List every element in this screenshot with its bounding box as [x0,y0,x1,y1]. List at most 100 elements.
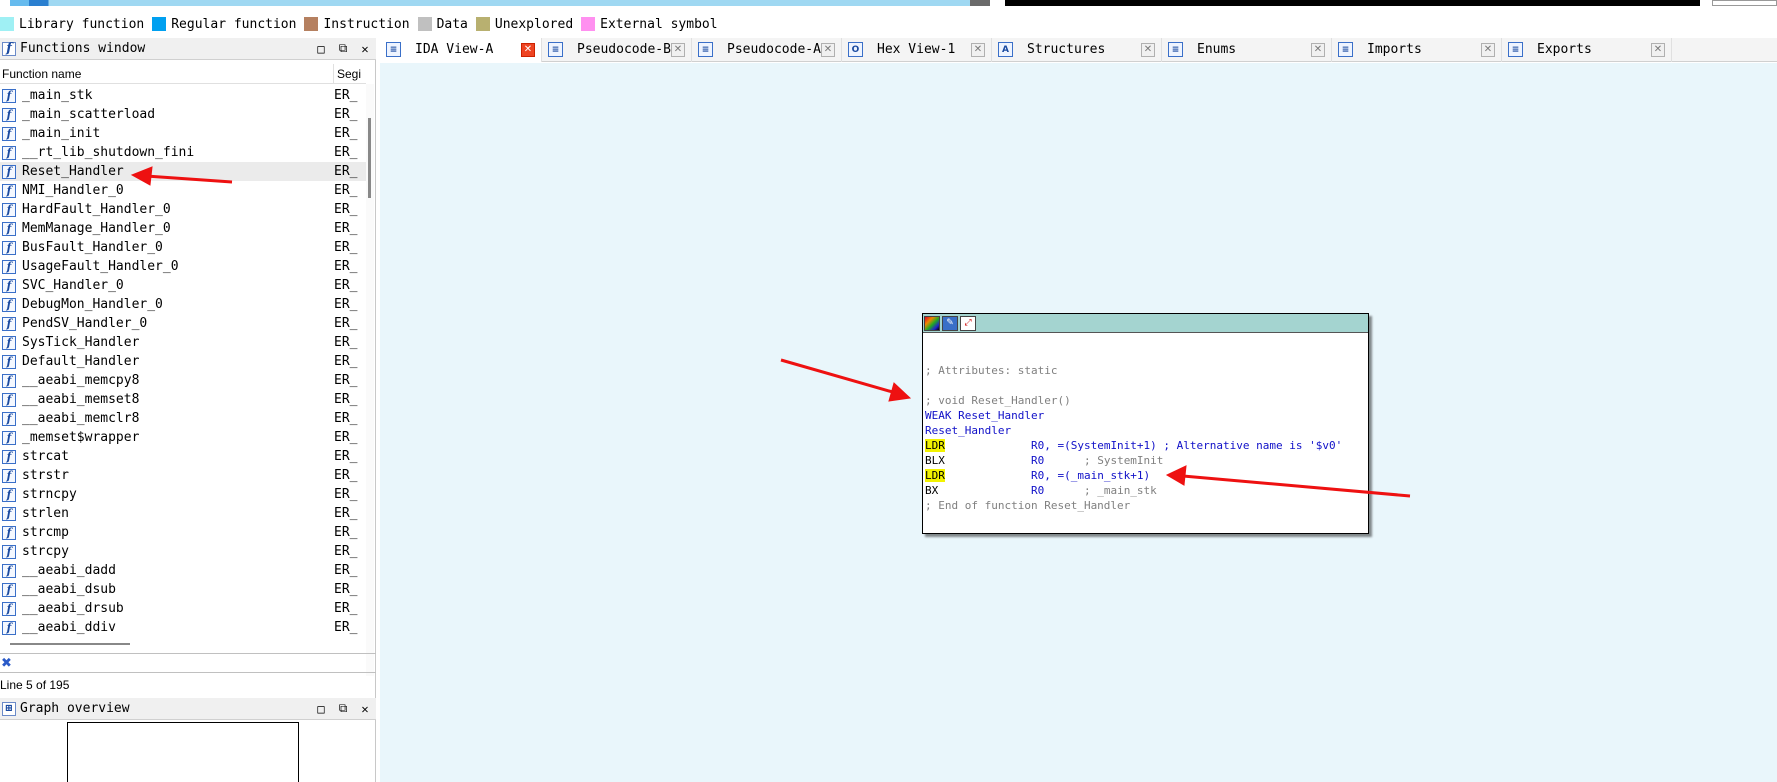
function-row[interactable]: f HardFault_Handler_0 ER_ [0,200,366,219]
close-button[interactable]: ✕ [354,702,376,716]
function-row[interactable]: f strstr ER_ [0,466,366,485]
scrollbar-thumb[interactable] [368,118,371,198]
graph-overview-title: Graph overview [20,701,130,716]
restore-button[interactable]: □ [310,42,332,56]
function-row[interactable]: f __aeabi_dadd ER_ [0,561,366,580]
tab-structures[interactable]: A Structures ✕ [992,37,1162,62]
close-tab-icon[interactable]: ✕ [821,42,835,57]
functions-window-title: Functions window [20,41,146,56]
clear-filter-icon[interactable]: ✖ [1,656,12,671]
close-tab-icon[interactable]: ✕ [521,42,535,57]
function-icon: f [2,88,16,103]
function-row[interactable]: f Default_Handler ER_ [0,352,366,371]
function-row[interactable]: f __aeabi_memset8 ER_ [0,390,366,409]
tab-exports[interactable]: ≡ Exports ✕ [1502,37,1672,62]
operands[interactable]: R0 [1031,454,1044,467]
instruction-comment: ; SystemInit [1044,454,1164,467]
function-row[interactable]: f SVC_Handler_0 ER_ [0,276,366,295]
tab-ida-view-a[interactable]: ≡ IDA View-A ✕ [380,37,542,62]
function-icon: f [2,354,16,369]
operands[interactable]: R0, =(SystemInit+1) [1031,439,1157,452]
navigation-band[interactable] [0,0,1777,8]
group-nodes-icon[interactable]: ⤢ [960,315,976,331]
column-header-function-name[interactable]: Function name [0,64,334,83]
tab-pseudocode-a[interactable]: ≡ Pseudocode-A ✕ [692,37,842,62]
graph-node-reset-handler[interactable]: ✎ ⤢ ; Attributes: static ; void Reset_Han… [922,313,1369,534]
function-icon: f [2,41,16,56]
function-icon: f [2,202,16,217]
tab-label: Imports [1367,42,1422,57]
nav-band-dropdown[interactable] [1712,0,1777,6]
operands[interactable]: R0 [1031,484,1044,497]
mnemonic[interactable]: LDR [925,469,945,482]
function-row[interactable]: f DebugMon_Handler_0 ER_ [0,295,366,314]
function-name: _main_init [22,126,101,141]
mnemonic[interactable]: BX [925,484,938,497]
function-row[interactable]: f _main_stk ER_ [0,86,366,105]
function-row[interactable]: f __aeabi_ddiv ER_ [0,618,366,637]
vertical-scrollbar[interactable] [366,84,374,676]
function-row[interactable]: f __aeabi_memclr8 ER_ [0,409,366,428]
column-header-segment[interactable]: Segi [334,67,361,81]
function-icon: f [2,183,16,198]
function-row[interactable]: f _memset$wrapper ER_ [0,428,366,447]
function-name: UsageFault_Handler_0 [22,259,179,274]
nav-band-segment[interactable] [10,0,970,6]
tab-pseudocode-b[interactable]: ≡ Pseudocode-B ✕ [542,37,692,62]
mnemonic[interactable]: BLX [925,454,945,467]
function-row[interactable]: f __aeabi_memcpy8 ER_ [0,371,366,390]
function-row[interactable]: f strlen ER_ [0,504,366,523]
mnemonic[interactable]: LDR [925,439,945,452]
close-tab-icon[interactable]: ✕ [971,42,985,57]
function-name: HardFault_Handler_0 [22,202,171,217]
weak-declaration[interactable]: WEAK Reset_Handler [925,409,1044,422]
function-segment: ER_ [334,411,358,426]
function-row[interactable]: f _main_init ER_ [0,124,366,143]
nav-band-segment[interactable] [1005,0,1700,6]
graph-overview-viewport[interactable] [67,722,299,782]
float-button[interactable]: ⧉ [332,41,354,56]
function-name: Default_Handler [22,354,140,369]
function-row[interactable]: f _main_scatterload ER_ [0,105,366,124]
filter-bar[interactable]: ✖ [0,653,376,673]
instruction-line[interactable]: LDR R0, =(SystemInit+1) ; Alternative na… [925,439,1342,452]
function-row[interactable]: f __aeabi_dsub ER_ [0,580,366,599]
close-button[interactable]: ✕ [354,42,376,56]
function-row[interactable]: f MemManage_Handler_0 ER_ [0,219,366,238]
instruction-line[interactable]: LDR R0, =(_main_stk+1) [925,469,1150,482]
function-row[interactable]: f strcpy ER_ [0,542,366,561]
legend-item: Library function [0,17,144,32]
function-row[interactable]: f strcmp ER_ [0,523,366,542]
instruction-line[interactable]: BX R0 ; _main_stk [925,484,1157,497]
float-button[interactable]: ⧉ [332,701,354,716]
instruction-line[interactable]: BLX R0 ; SystemInit [925,454,1163,467]
close-tab-icon[interactable]: ✕ [671,42,685,57]
function-row[interactable]: f UsageFault_Handler_0 ER_ [0,257,366,276]
close-tab-icon[interactable]: ✕ [1311,42,1325,57]
function-row[interactable]: f strcat ER_ [0,447,366,466]
tab-hex-view-1[interactable]: O Hex View-1 ✕ [842,37,992,62]
function-row[interactable]: f PendSV_Handler_0 ER_ [0,314,366,333]
function-row[interactable]: f strncpy ER_ [0,485,366,504]
rename-node-icon[interactable]: ✎ [942,315,958,331]
horizontal-scrollbar[interactable] [10,643,130,645]
tab-enums[interactable]: ≡ Enums ✕ [1162,37,1332,62]
tab-imports[interactable]: ≡ Imports ✕ [1332,37,1502,62]
function-row[interactable]: f BusFault_Handler_0 ER_ [0,238,366,257]
function-icon: f [2,316,16,331]
function-row[interactable]: f Reset_Handler ER_ [0,162,366,181]
function-row[interactable]: f __aeabi_drsub ER_ [0,599,366,618]
function-label[interactable]: Reset_Handler [925,424,1011,437]
node-code[interactable]: ; Attributes: static ; void Reset_Handler… [923,333,1368,513]
color-node-icon[interactable] [924,315,940,331]
close-tab-icon[interactable]: ✕ [1651,42,1665,57]
close-tab-icon[interactable]: ✕ [1141,42,1155,57]
function-row[interactable]: f __rt_lib_shutdown_fini ER_ [0,143,366,162]
function-row[interactable]: f SysTick_Handler ER_ [0,333,366,352]
close-tab-icon[interactable]: ✕ [1481,42,1495,57]
function-row[interactable]: f NMI_Handler_0 ER_ [0,181,366,200]
operands[interactable]: R0, =(_main_stk+1) [1031,469,1150,482]
restore-button[interactable]: □ [310,702,332,716]
